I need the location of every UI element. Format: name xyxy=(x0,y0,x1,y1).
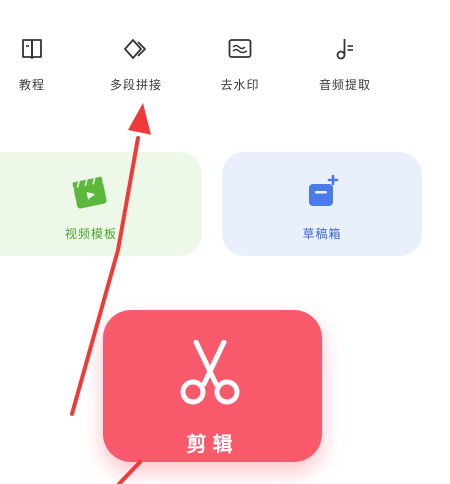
audio-note-icon xyxy=(336,39,353,60)
tool-tutorial-label: 教程 xyxy=(18,78,45,92)
drafts-box-icon xyxy=(309,174,339,206)
tool-audio-extract-label: 音频提取 xyxy=(318,78,371,92)
video-template-icon xyxy=(72,176,107,209)
scissors-icon xyxy=(180,340,240,405)
tool-tutorial[interactable]: 教程 xyxy=(0,36,72,98)
multi-segment-icon xyxy=(124,39,146,59)
drafts-label: 草稿箱 xyxy=(302,227,342,241)
book-icon xyxy=(22,39,42,59)
tool-multi-segment-label: 多段拼接 xyxy=(109,78,162,92)
edit-label: 剪辑 xyxy=(186,432,239,456)
tool-remove-watermark-label: 去水印 xyxy=(220,78,260,92)
edit-button[interactable]: 剪辑 xyxy=(103,310,322,462)
drafts-card[interactable]: 草稿箱 xyxy=(222,152,422,256)
tool-multi-segment[interactable]: 多段拼接 xyxy=(96,36,176,98)
video-template-label: 视频模板 xyxy=(64,227,117,241)
video-template-card[interactable]: 视频模板 xyxy=(0,152,202,256)
tool-audio-extract[interactable]: 音频提取 xyxy=(305,36,385,98)
tool-remove-watermark[interactable]: 去水印 xyxy=(200,36,280,98)
watermark-icon xyxy=(228,39,252,58)
